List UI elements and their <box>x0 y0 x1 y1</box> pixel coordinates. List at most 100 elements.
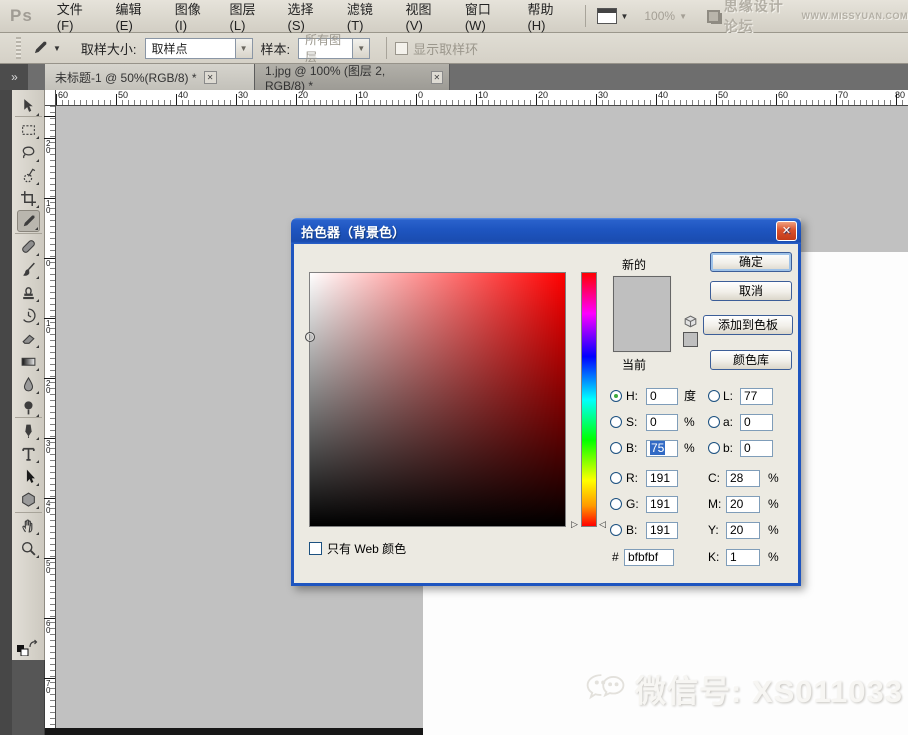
lab-b-input[interactable]: 0 <box>740 440 773 457</box>
a-radio[interactable] <box>708 416 720 428</box>
horizontal-ruler[interactable]: 60 50 40 30 20 10 0 10 20 30 40 50 60 70… <box>45 90 908 106</box>
current-color-swatch <box>614 314 670 351</box>
hex-input[interactable]: bfbfbf <box>624 549 674 566</box>
menu-select[interactable]: 选择(S) <box>278 0 337 32</box>
eyedropper-tool[interactable] <box>17 210 40 232</box>
zoom-dropdown-icon: ▼ <box>679 12 687 21</box>
menu-file[interactable]: 文件(F) <box>47 0 106 32</box>
lab-b-radio[interactable] <box>708 442 720 454</box>
l-radio[interactable] <box>708 390 720 402</box>
r-input[interactable]: 191 <box>646 470 678 487</box>
menu-layer[interactable]: 图层(L) <box>220 0 278 32</box>
new-color-label: 新的 <box>622 256 646 273</box>
dialog-title-bar[interactable]: 拾色器（背景色） ✕ <box>291 218 801 244</box>
blur-tool[interactable] <box>17 373 40 395</box>
h-label: H: <box>626 388 638 405</box>
dialog-body: ▷ ◁ 新的 当前 确定 取消 添加到色板 颜色库 H: 0 度 L: 77 S… <box>291 244 801 586</box>
s-radio[interactable] <box>610 416 622 428</box>
pen-tool[interactable] <box>17 419 40 441</box>
new-current-swatch <box>613 276 671 352</box>
crop-tool[interactable] <box>17 187 40 209</box>
m-input[interactable]: 20 <box>726 496 760 513</box>
a-input[interactable]: 0 <box>740 414 773 431</box>
default-swap-colors-icon[interactable] <box>16 638 42 656</box>
ruler-label: 20 <box>46 140 54 154</box>
color-field-marker[interactable] <box>305 332 315 342</box>
path-selection-tool[interactable] <box>17 465 40 487</box>
lasso-tool[interactable] <box>17 141 40 163</box>
zoom-tool[interactable] <box>17 537 40 559</box>
options-grip <box>16 37 21 59</box>
only-web-colors-checkbox[interactable] <box>309 542 322 555</box>
menu-help[interactable]: 帮助(H) <box>517 0 577 32</box>
tool-preset-dropdown-icon[interactable]: ▼ <box>53 44 61 53</box>
missyuan-logo-icon <box>707 10 720 23</box>
menu-window[interactable]: 窗口(W) <box>455 0 518 32</box>
add-to-swatches-button[interactable]: 添加到色板 <box>703 315 793 335</box>
type-tool[interactable] <box>17 442 40 464</box>
show-sampling-ring-checkbox <box>395 42 408 55</box>
hand-tool[interactable] <box>17 514 40 536</box>
spot-healing-brush-tool[interactable] <box>17 235 40 257</box>
chevron-down-icon[interactable]: ▼ <box>235 39 252 58</box>
menu-edit[interactable]: 编辑(E) <box>105 0 164 32</box>
s-input[interactable]: 0 <box>646 414 678 431</box>
k-input[interactable]: 1 <box>726 549 760 566</box>
ruler-label: 60 <box>46 620 54 634</box>
clone-stamp-tool[interactable] <box>17 281 40 303</box>
m-label: M: <box>708 496 721 513</box>
panel-collapse-button[interactable]: » <box>0 64 28 90</box>
menu-filter[interactable]: 滤镜(T) <box>337 0 396 32</box>
g-label: G: <box>626 496 639 513</box>
rgb-b-input[interactable]: 191 <box>646 522 678 539</box>
rectangular-marquee-tool[interactable] <box>17 118 40 140</box>
sample-size-select[interactable]: 取样点 ▼ <box>145 38 253 59</box>
vertical-ruler[interactable]: 20 10 0 10 20 30 40 50 60 70 <box>45 106 56 728</box>
color-libraries-button[interactable]: 颜色库 <box>710 350 792 370</box>
ruler-label: 10 <box>478 90 488 100</box>
quick-selection-tool[interactable] <box>17 164 40 186</box>
chevron-down-icon[interactable]: ▼ <box>620 12 628 21</box>
brush-tool[interactable] <box>17 258 40 280</box>
ok-button[interactable]: 确定 <box>710 252 792 272</box>
menu-view[interactable]: 视图(V) <box>396 0 455 32</box>
chevron-down-icon: ▼ <box>352 39 369 58</box>
watermark-bottom-text: 微信号: XS011033 <box>635 666 903 711</box>
close-button[interactable]: ✕ <box>776 221 797 241</box>
b-input[interactable]: 75 <box>646 440 678 457</box>
y-label: Y: <box>708 522 719 539</box>
launch-bridge-icon[interactable] <box>597 8 617 24</box>
menu-image[interactable]: 图像(I) <box>165 0 220 32</box>
c-input[interactable]: 28 <box>726 470 760 487</box>
web-safe-color-swatch[interactable] <box>683 332 698 347</box>
rgb-g-row: G: 191 M: 20 % <box>294 496 798 513</box>
cancel-button[interactable]: 取消 <box>710 281 792 301</box>
web-color-cube-icon[interactable] <box>682 314 699 331</box>
ruler-label: 50 <box>718 90 728 100</box>
eraser-tool[interactable] <box>17 327 40 349</box>
g-input[interactable]: 191 <box>646 496 678 513</box>
y-unit: % <box>768 522 779 539</box>
r-radio[interactable] <box>610 472 622 484</box>
h-radio[interactable] <box>610 390 622 402</box>
b-radio[interactable] <box>610 442 622 454</box>
g-radio[interactable] <box>610 498 622 510</box>
h-input[interactable]: 0 <box>646 388 678 405</box>
history-brush-tool[interactable] <box>17 304 40 326</box>
dodge-tool[interactable] <box>17 396 40 418</box>
close-icon[interactable]: ✕ <box>431 71 443 84</box>
close-icon[interactable]: ✕ <box>204 71 217 84</box>
ruler-label: 60 <box>58 90 68 100</box>
shape-tool[interactable] <box>17 488 40 510</box>
move-tool[interactable] <box>17 95 40 117</box>
gradient-tool[interactable] <box>17 350 40 372</box>
rgb-b-row: B: 191 Y: 20 % <box>294 522 798 539</box>
document-tab-1jpg[interactable]: 1.jpg @ 100% (图层 2, RGB/8) * ✕ <box>255 64 450 90</box>
current-tool-preview[interactable]: ▼ <box>16 37 67 59</box>
l-input[interactable]: 77 <box>740 388 773 405</box>
tab-label: 1.jpg @ 100% (图层 2, RGB/8) * <box>265 62 424 93</box>
y-input[interactable]: 20 <box>726 522 760 539</box>
ruler-label: 70 <box>838 90 848 100</box>
document-tab-untitled[interactable]: 未标题-1 @ 50%(RGB/8) * ✕ <box>45 64 255 90</box>
rgb-b-radio[interactable] <box>610 524 622 536</box>
